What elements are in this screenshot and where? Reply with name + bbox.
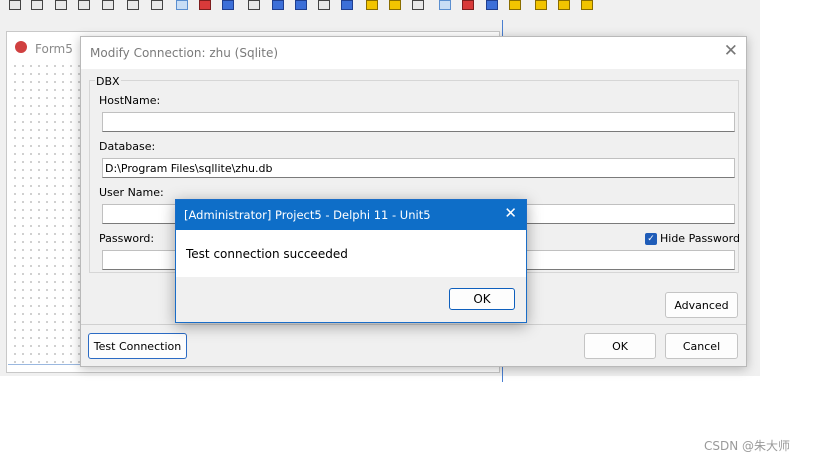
database-input[interactable] <box>102 158 735 178</box>
run-icon[interactable] <box>439 0 451 10</box>
dialog-titlebar[interactable]: Modify Connection: zhu (Sqlite) ✕ <box>81 37 746 69</box>
bring-front-icon[interactable] <box>272 0 284 10</box>
align-bottom-icon[interactable] <box>127 0 139 10</box>
step-into-icon[interactable] <box>509 0 521 10</box>
wand-icon[interactable] <box>389 0 401 10</box>
ok-button[interactable]: OK <box>584 333 656 359</box>
username-label: User Name: <box>99 186 164 199</box>
hostname-label: HostName: <box>99 94 161 107</box>
select-icon[interactable] <box>176 0 188 10</box>
message-title: [Administrator] Project5 - Delphi 11 - U… <box>184 208 431 222</box>
eye-icon[interactable] <box>581 0 593 10</box>
message-text: Test connection succeeded <box>186 247 348 261</box>
message-box: [Administrator] Project5 - Delphi 11 - U… <box>175 199 527 323</box>
ide-toolbar <box>0 0 760 15</box>
align-left-icon[interactable] <box>9 0 21 10</box>
checkmark-icon[interactable]: ✓ <box>645 232 657 245</box>
stop-icon[interactable] <box>462 0 474 10</box>
cancel-button[interactable]: Cancel <box>665 333 738 359</box>
table-icon[interactable] <box>248 0 260 10</box>
close-icon[interactable]: ✕ <box>724 41 738 61</box>
lock-icon[interactable] <box>366 0 378 10</box>
delphi-logo-icon <box>15 41 27 53</box>
divider <box>81 324 746 325</box>
component-icon[interactable] <box>222 0 234 10</box>
tab-order-icon[interactable] <box>318 0 330 10</box>
group-label: DBX <box>95 75 121 88</box>
close-icon[interactable]: ✕ <box>504 204 517 222</box>
align-center-icon[interactable] <box>31 0 43 10</box>
step-over-icon[interactable] <box>486 0 498 10</box>
message-titlebar[interactable]: [Administrator] Project5 - Delphi 11 - U… <box>176 200 526 230</box>
folder-icon[interactable] <box>535 0 547 10</box>
send-back-icon[interactable] <box>295 0 307 10</box>
hostname-input[interactable] <box>102 112 735 132</box>
align-middle-icon[interactable] <box>102 0 114 10</box>
message-ok-button[interactable]: OK <box>449 288 515 310</box>
save-icon[interactable] <box>558 0 570 10</box>
grid-icon[interactable] <box>199 0 211 10</box>
align-top-icon[interactable] <box>78 0 90 10</box>
cursor-icon[interactable] <box>412 0 424 10</box>
password-label: Password: <box>99 232 155 245</box>
hide-password-label: Hide Password <box>660 232 740 245</box>
hide-password-checkbox[interactable]: ✓ Hide Password <box>645 232 740 245</box>
dialog-title: Modify Connection: zhu (Sqlite) <box>90 46 279 60</box>
test-connection-button[interactable]: Test Connection <box>88 333 187 359</box>
align-right-icon[interactable] <box>55 0 67 10</box>
form5-title: Form5 <box>35 42 73 56</box>
watermark: CSDN @朱大师 <box>704 439 791 453</box>
database-label: Database: <box>99 140 156 153</box>
message-body: Test connection succeeded <box>176 230 526 277</box>
space-equal-icon[interactable] <box>151 0 163 10</box>
advanced-button[interactable]: Advanced <box>665 292 738 318</box>
creation-order-icon[interactable] <box>341 0 353 10</box>
